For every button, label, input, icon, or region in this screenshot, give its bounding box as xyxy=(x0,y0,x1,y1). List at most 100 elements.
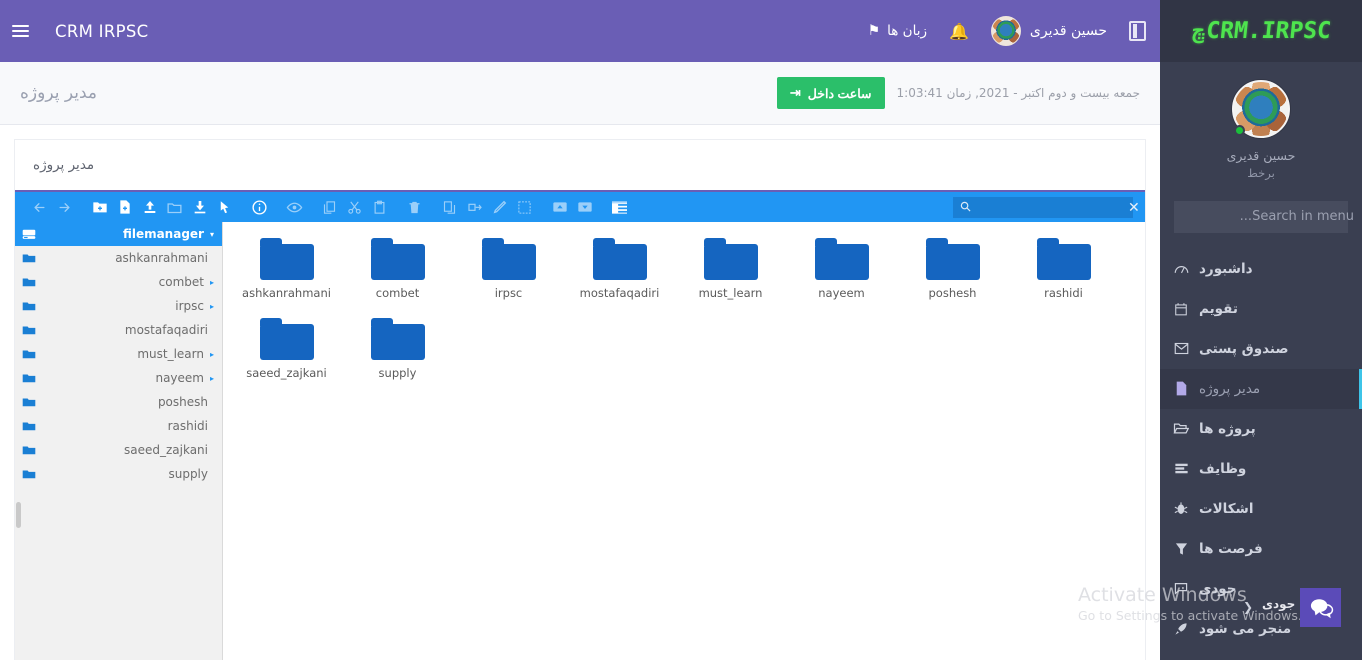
tree-item-label: must_learn xyxy=(137,347,204,361)
languages-menu[interactable]: ⚑ زبان ها xyxy=(868,23,927,39)
folder-icon xyxy=(925,238,980,280)
folder-item[interactable]: saeed_zajkani xyxy=(231,316,342,396)
sidebar-item-calendar[interactable]: تقویم xyxy=(1160,289,1362,329)
tree-item-label: supply xyxy=(168,467,208,481)
folder-label: supply xyxy=(378,366,417,380)
brand-header[interactable]: ڇ CRM.IRPSC xyxy=(1160,0,1362,62)
calendar-icon xyxy=(1172,302,1190,316)
panel-title: مدیر پروژه xyxy=(33,157,95,173)
status-badge xyxy=(1234,125,1245,136)
folder-item[interactable]: ashkanrahmani xyxy=(231,236,342,316)
search-input[interactable] xyxy=(971,201,1128,214)
chevron-right-icon[interactable]: ▸ xyxy=(210,350,214,359)
chevron-right-icon[interactable]: ▸ xyxy=(210,278,214,287)
select-cursor-icon[interactable] xyxy=(212,192,237,222)
tree-item[interactable]: supply xyxy=(15,462,222,486)
sidebar-item-label: جودی xyxy=(1199,580,1237,597)
header-left-group: حسین قدیری 🔔 ⚑ زبان ها xyxy=(868,16,1146,46)
folder-item[interactable]: poshesh xyxy=(897,236,1008,316)
list-view-icon[interactable] xyxy=(607,192,632,222)
rename-icon[interactable] xyxy=(462,192,487,222)
folder-item[interactable]: combet xyxy=(342,236,453,316)
sidebar-toggle-icon[interactable] xyxy=(1129,21,1146,41)
filemanager-panel: مدیر پروژه ✕ ▾ filemanager ashkanrahmani… xyxy=(14,139,1146,660)
chevron-down-icon[interactable]: ▾ xyxy=(210,230,214,239)
sidebar-item-label: فرصت ها xyxy=(1199,540,1263,557)
folder-icon xyxy=(21,276,37,288)
clock-in-button[interactable]: ⇥ ساعت داخل xyxy=(776,77,885,109)
forward-icon[interactable] xyxy=(52,192,77,222)
upload-icon[interactable] xyxy=(137,192,162,222)
folder-item[interactable]: rashidi xyxy=(1008,236,1119,316)
sign-in-icon: ⇥ xyxy=(789,85,801,100)
folder-item[interactable]: supply xyxy=(342,316,453,396)
top-header-bar: حسین قدیری 🔔 ⚑ زبان ها CRM IRPSC xyxy=(0,0,1160,62)
folder-icon xyxy=(21,324,37,336)
info-icon[interactable] xyxy=(247,192,272,222)
tree-item[interactable]: rashidi xyxy=(15,414,222,438)
filemanager-search[interactable]: ✕ xyxy=(953,197,1140,218)
folder-item[interactable]: nayeem xyxy=(786,236,897,316)
preview-icon[interactable] xyxy=(282,192,307,222)
sidebar-item-opportunities[interactable]: فرصت ها xyxy=(1160,529,1362,569)
tree-item[interactable]: ▸ nayeem xyxy=(15,366,222,390)
copy-icon[interactable] xyxy=(317,192,342,222)
sidebar-item-label: صندوق پستی xyxy=(1199,340,1289,357)
search-input[interactable] xyxy=(1184,209,1354,225)
page-subheader: ⇥ ساعت داخل جمعه بیست و دوم اکتبر - 2021… xyxy=(0,62,1160,125)
new-file-icon[interactable] xyxy=(112,192,137,222)
tree-item[interactable]: ▸ irpsc xyxy=(15,294,222,318)
sidebar-item-mailbox[interactable]: صندوق پستی xyxy=(1160,329,1362,369)
avatar[interactable] xyxy=(1232,80,1290,138)
download-icon[interactable] xyxy=(187,192,212,222)
avatar xyxy=(990,16,1021,46)
sidebar-item-issues[interactable]: اشکالات xyxy=(1160,489,1362,529)
folder-item[interactable]: must_learn xyxy=(675,236,786,316)
folder-label: nayeem xyxy=(818,286,865,300)
paste-icon[interactable] xyxy=(367,192,392,222)
sidebar-item-label: اشکالات xyxy=(1199,500,1254,517)
tree-item-label: mostafaqadiri xyxy=(124,323,208,337)
collapse-icon[interactable] xyxy=(547,192,572,222)
mail-icon xyxy=(1172,342,1190,355)
rocket-icon xyxy=(1172,622,1190,636)
tree-item[interactable]: ▸ combet xyxy=(15,270,222,294)
tree-item-root[interactable]: ▾ filemanager xyxy=(15,222,222,246)
expand-icon[interactable] xyxy=(572,192,597,222)
sidebar-item-tasks[interactable]: وظایف xyxy=(1160,449,1362,489)
chat-widget-button[interactable] xyxy=(1300,588,1341,627)
new-folder-icon[interactable] xyxy=(87,192,112,222)
menu-search[interactable] xyxy=(1174,200,1354,233)
hamburger-icon[interactable] xyxy=(12,22,29,40)
sidebar-item-dashboard[interactable]: داشبورد xyxy=(1160,249,1362,289)
sidebar-item-project-manager[interactable]: مدیر پروژه xyxy=(1160,368,1362,409)
duplicate-icon[interactable] xyxy=(437,192,462,222)
chevron-left-icon[interactable]: ❮ xyxy=(1243,600,1253,614)
delete-icon[interactable] xyxy=(402,192,427,222)
close-icon[interactable]: ✕ xyxy=(1128,201,1140,215)
tree-item[interactable]: ▸ must_learn xyxy=(15,342,222,366)
sidebar-item-projects[interactable]: پروژه ها xyxy=(1160,409,1362,449)
folder-icon xyxy=(21,252,37,264)
tree-item[interactable]: ashkanrahmani xyxy=(15,246,222,270)
folder-icon xyxy=(21,396,37,408)
header-user[interactable]: حسین قدیری xyxy=(990,16,1107,46)
chevron-right-icon[interactable]: ▸ xyxy=(210,374,214,383)
folder-icon xyxy=(481,238,536,280)
chevron-right-icon[interactable]: ▸ xyxy=(210,302,214,311)
folder-label: ashkanrahmani xyxy=(242,286,331,300)
open-folder-icon[interactable] xyxy=(162,192,187,222)
tree-item[interactable]: mostafaqadiri xyxy=(15,318,222,342)
edit-icon[interactable] xyxy=(487,192,512,222)
resize-icon[interactable] xyxy=(512,192,537,222)
tree-scrollbar-thumb[interactable] xyxy=(16,502,21,528)
bell-icon[interactable]: 🔔 xyxy=(949,22,969,41)
back-icon[interactable] xyxy=(27,192,52,222)
chat-bubble-icon xyxy=(1308,597,1334,619)
tree-item[interactable]: saeed_zajkani xyxy=(15,438,222,462)
folder-item[interactable]: irpsc xyxy=(453,236,564,316)
tree-item[interactable]: poshesh xyxy=(15,390,222,414)
folder-icon xyxy=(1036,238,1091,280)
folder-item[interactable]: mostafaqadiri xyxy=(564,236,675,316)
cut-icon[interactable] xyxy=(342,192,367,222)
